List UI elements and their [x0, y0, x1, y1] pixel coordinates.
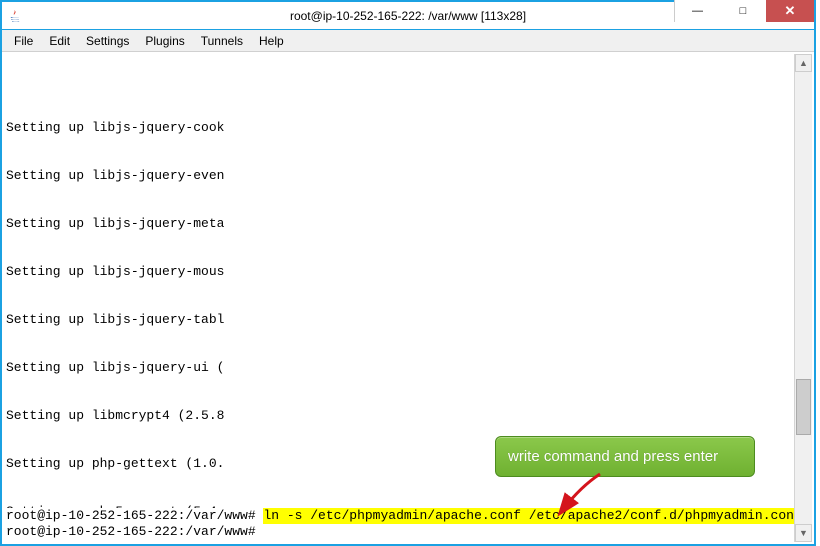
scrollbar-track[interactable] — [795, 72, 812, 524]
window-title: root@ip-10-252-165-222: /var/www [113x28… — [290, 9, 526, 23]
window-controls: — □ ✕ — [674, 0, 814, 22]
terminal-line: Setting up libjs-jquery-tabl — [6, 312, 792, 328]
prompt: root@ip-10-252-165-222:/var/www# — [6, 508, 263, 524]
terminal-line: Setting up libjs-jquery-even — [6, 168, 792, 184]
menubar: File Edit Settings Plugins Tunnels Help — [2, 30, 814, 52]
vertical-scrollbar[interactable]: ▲ ▼ — [794, 54, 812, 542]
annotation-callout: write command and press enter — [495, 436, 755, 477]
menu-plugins[interactable]: Plugins — [137, 34, 192, 48]
callout-text: write command and press enter — [508, 448, 718, 465]
annotation-arrow-icon — [555, 472, 615, 522]
java-icon — [8, 8, 24, 24]
terminal-bottom-line: root@ip-10-252-165-222:/var/www# — [6, 524, 256, 540]
typed-command: ln -s /etc/phpmyadmin/apache.conf /etc/a… — [263, 508, 794, 524]
terminal-line: Setting up libjs-jquery-ui ( — [6, 360, 792, 376]
terminal-line: Setting up libmcrypt4 (2.5.8 — [6, 408, 792, 424]
scrollbar-thumb[interactable] — [796, 379, 811, 435]
close-button[interactable]: ✕ — [766, 0, 814, 22]
scroll-up-button[interactable]: ▲ — [795, 54, 812, 72]
menu-help[interactable]: Help — [251, 34, 292, 48]
menu-file[interactable]: File — [6, 34, 41, 48]
titlebar: root@ip-10-252-165-222: /var/www [113x28… — [2, 2, 814, 30]
menu-settings[interactable]: Settings — [78, 34, 137, 48]
terminal-line: Setting up libjs-jquery-cook — [6, 120, 792, 136]
menu-edit[interactable]: Edit — [41, 34, 78, 48]
minimize-button[interactable]: — — [674, 0, 720, 22]
maximize-button[interactable]: □ — [720, 0, 766, 22]
command-line-highlight[interactable]: root@ip-10-252-165-222:/var/www# ln -s /… — [6, 508, 794, 524]
scroll-down-button[interactable]: ▼ — [795, 524, 812, 542]
terminal-line: Setting up libjs-jquery-meta — [6, 216, 792, 232]
menu-tunnels[interactable]: Tunnels — [193, 34, 251, 48]
terminal-line: Setting up libjs-jquery-mous — [6, 264, 792, 280]
